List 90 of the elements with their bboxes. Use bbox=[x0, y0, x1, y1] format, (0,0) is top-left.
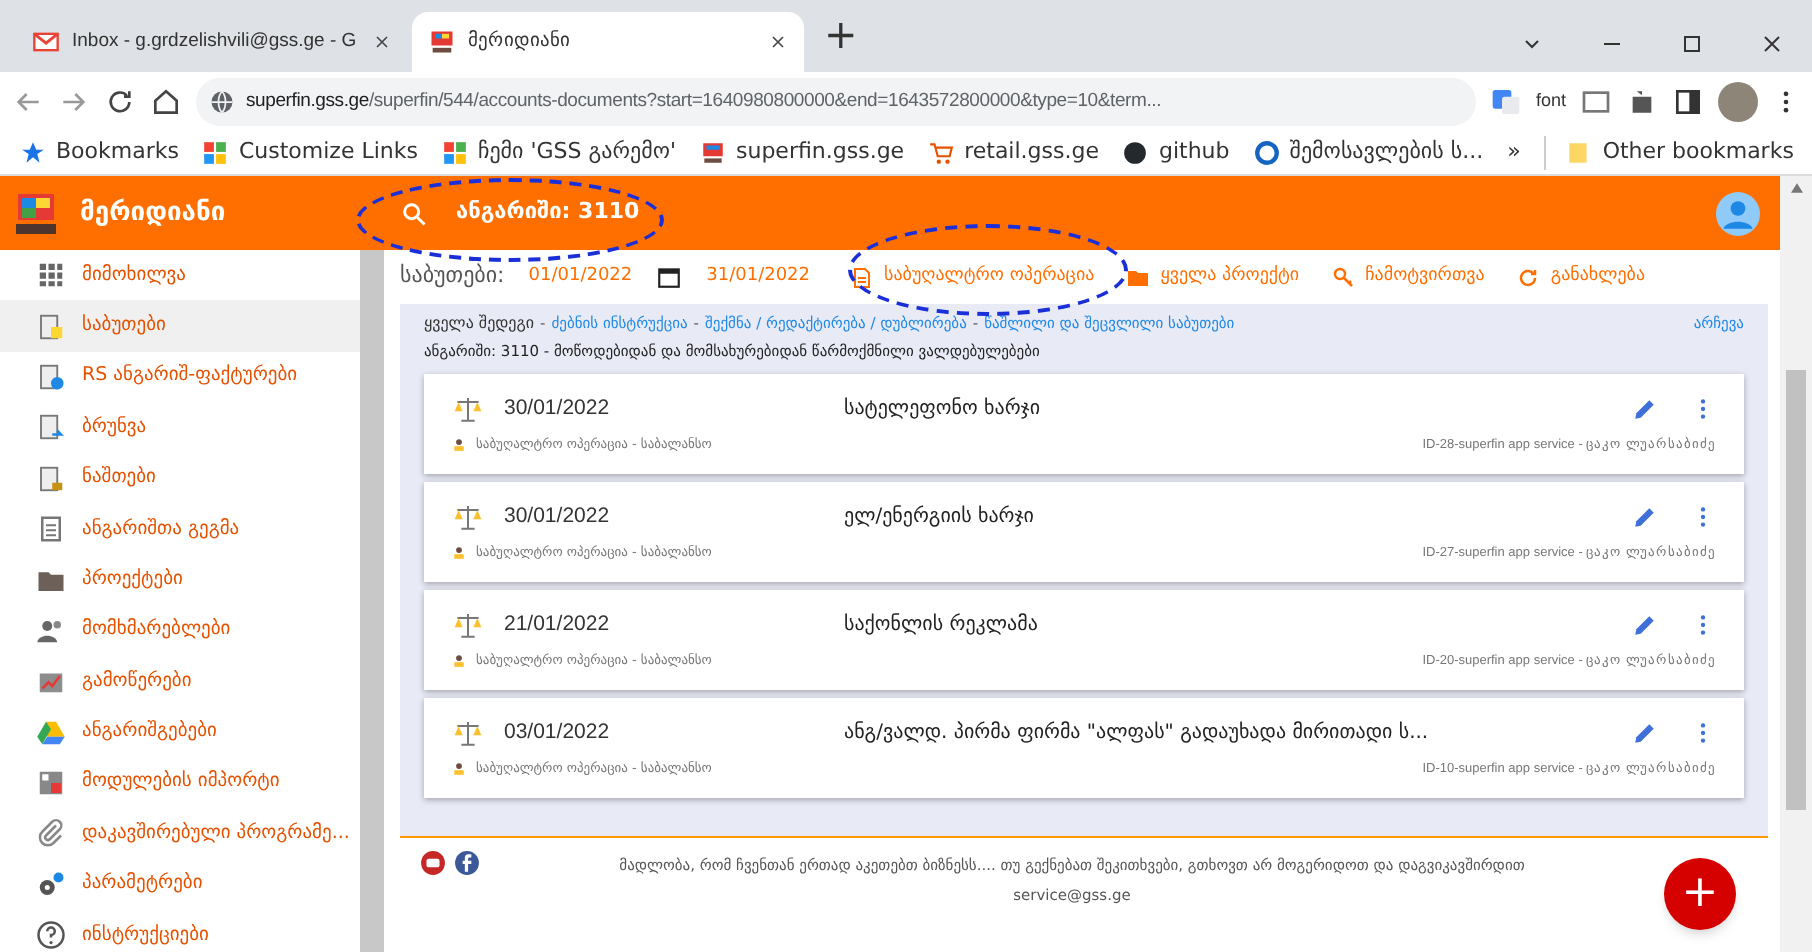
person-icon bbox=[452, 546, 466, 561]
bookmark-folder[interactable]: Other bookmarks bbox=[1544, 136, 1794, 170]
profile-avatar[interactable] bbox=[1718, 82, 1758, 122]
person-icon bbox=[452, 654, 466, 669]
table-icon bbox=[36, 768, 66, 799]
grid-icon bbox=[202, 140, 229, 166]
bookmark[interactable]: ჩემი 'GSS გარემო' bbox=[441, 136, 676, 170]
pencil-icon[interactable] bbox=[1632, 504, 1658, 531]
cart-icon bbox=[928, 140, 955, 166]
new-tab-button[interactable]: + bbox=[824, 4, 858, 64]
bookmark[interactable]: Bookmarks bbox=[20, 136, 179, 170]
tab-title: მერიდიანი bbox=[468, 27, 572, 56]
app-title: მერიდიანი bbox=[80, 195, 228, 232]
person-icon bbox=[452, 762, 466, 777]
close-icon[interactable] bbox=[1760, 32, 1784, 56]
pencil-icon[interactable] bbox=[1632, 720, 1658, 747]
url-text: superfin.gss.ge/superfin/544/accounts-documents?start=1640980800000&end=1643572800000&type=10&term... bbox=[246, 87, 1162, 116]
grid-icon bbox=[441, 140, 468, 166]
computer-logo-icon bbox=[12, 189, 60, 237]
document-title: სატელეფონო ხარჯი bbox=[844, 395, 1043, 425]
tab-title: Inbox - g.grdzelishvili@gss.ge - G bbox=[72, 27, 359, 56]
toolbar-button[interactable]: საბუღალტრო ოპერაცია bbox=[850, 263, 1095, 291]
bookmark[interactable]: superfin.gss.ge bbox=[700, 136, 905, 170]
close-icon[interactable] bbox=[768, 32, 788, 52]
toolbar-button[interactable]: ჩამოტვირთვა bbox=[1331, 263, 1485, 291]
clipboard-icon bbox=[36, 514, 66, 545]
scales-icon bbox=[452, 609, 484, 642]
toolbar-button[interactable]: განახლება bbox=[1516, 263, 1646, 291]
more-bookmarks-button[interactable]: » bbox=[1507, 136, 1521, 170]
document-date: 21/01/2022 bbox=[504, 610, 612, 640]
scroll-up-icon[interactable] bbox=[1789, 182, 1803, 194]
scales-icon bbox=[452, 501, 484, 534]
maximize-icon[interactable] bbox=[1680, 32, 1704, 56]
search-field[interactable]: ანგარიში: 3110 bbox=[400, 196, 640, 230]
sidebar-scrollbar[interactable] bbox=[360, 250, 384, 952]
youtube-icon[interactable] bbox=[420, 850, 446, 876]
home-icon[interactable] bbox=[150, 86, 182, 118]
document-title: ელ/ენერგიის ხარჯი bbox=[844, 503, 1036, 533]
sidebar-item[interactable]: საბუთები bbox=[0, 300, 360, 352]
pencil-icon[interactable] bbox=[1632, 396, 1658, 423]
refresh-icon bbox=[1516, 265, 1541, 289]
clipboard-icon bbox=[36, 463, 66, 494]
document-title: საქონლის რეკლამა bbox=[844, 611, 1040, 641]
folder-icon bbox=[1566, 140, 1593, 166]
cast-icon[interactable] bbox=[1580, 86, 1612, 118]
calendar-icon[interactable] bbox=[656, 264, 683, 290]
bookmark[interactable]: retail.gss.ge bbox=[928, 136, 1099, 170]
browser-tab[interactable]: მერიდიანი bbox=[412, 12, 804, 72]
bookmark[interactable]: შემოსავლების ს... bbox=[1253, 136, 1484, 170]
scales-icon bbox=[452, 393, 484, 426]
bookmark[interactable]: github bbox=[1122, 136, 1230, 170]
document-date: 30/01/2022 bbox=[504, 394, 612, 424]
address-bar[interactable]: superfin.gss.ge/superfin/544/accounts-documents?start=1640980800000&end=1643572800000&type=10&term... bbox=[196, 78, 1476, 126]
star-icon bbox=[20, 140, 46, 166]
triangle-icon bbox=[36, 717, 66, 748]
folder-icon bbox=[1126, 265, 1151, 289]
document-date: 30/01/2022 bbox=[504, 502, 612, 532]
scales-icon bbox=[452, 717, 484, 750]
reload-icon[interactable] bbox=[104, 86, 136, 118]
help-icon bbox=[36, 920, 66, 951]
document-date: 03/01/2022 bbox=[504, 718, 612, 748]
clipboard-icon bbox=[36, 412, 66, 443]
bookmark[interactable]: Customize Links bbox=[202, 136, 418, 170]
extension-button[interactable]: font bbox=[1535, 88, 1566, 116]
paperclip-icon bbox=[36, 818, 66, 849]
toolbar-button[interactable]: ყველა პროექტი bbox=[1126, 263, 1300, 291]
computer-icon bbox=[700, 140, 726, 166]
document-title: ანგ/ვალდ. პირმა ფირმა "ალფას" გადაუხადა მირითადი ს... bbox=[844, 719, 1431, 749]
close-icon[interactable] bbox=[372, 32, 392, 52]
key-icon bbox=[1331, 265, 1356, 289]
person-icon bbox=[452, 438, 466, 453]
facebook-icon[interactable] bbox=[454, 850, 480, 876]
grid-icon bbox=[36, 260, 66, 291]
date-to-field[interactable]: 31/01/2022 bbox=[706, 263, 811, 291]
toolbar-label: საბუთები: bbox=[400, 260, 505, 293]
globe-icon bbox=[208, 88, 236, 116]
sidepanel-icon[interactable] bbox=[1672, 86, 1704, 118]
filter-link[interactable]: ყველა შედეგი bbox=[424, 312, 535, 336]
document-icon bbox=[850, 265, 875, 289]
computer-icon bbox=[428, 28, 456, 56]
mail-icon bbox=[32, 28, 60, 56]
translate-icon[interactable] bbox=[1489, 86, 1522, 118]
pencil-icon[interactable] bbox=[1632, 612, 1658, 639]
add-button[interactable]: + bbox=[1664, 858, 1736, 930]
search-icon bbox=[400, 199, 428, 227]
date-from-field[interactable]: 01/01/2022 bbox=[528, 263, 633, 291]
users-icon bbox=[36, 615, 66, 646]
page-scrollbar[interactable] bbox=[1780, 176, 1812, 952]
clipboard-icon bbox=[36, 361, 66, 392]
clipboard-icon bbox=[36, 311, 66, 342]
